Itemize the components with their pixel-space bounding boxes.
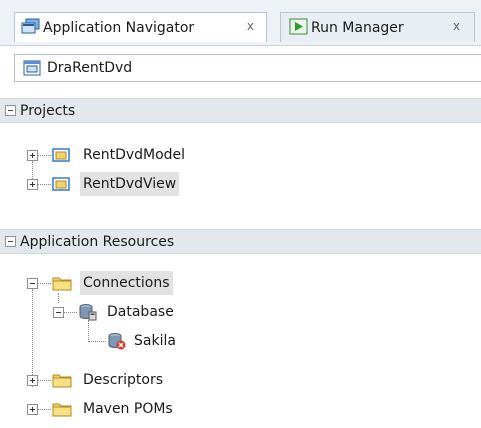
project-expand-toggle[interactable] — [27, 150, 38, 161]
project-expand-toggle[interactable] — [27, 179, 38, 190]
tab-run-manager[interactable]: Run Manager x — [280, 12, 475, 42]
maven-poms-expand-toggle[interactable] — [27, 404, 38, 415]
application-icon — [23, 60, 41, 76]
navigator-tab-bar: Application Navigator x Run Manager x — [0, 0, 481, 46]
resources-collapse-toggle[interactable] — [5, 236, 16, 247]
application-resources-section-header[interactable]: Application Resources — [0, 229, 481, 254]
tree-item-label: Connections — [80, 271, 173, 295]
tree-connector — [37, 283, 51, 284]
project-icon — [52, 176, 72, 192]
tree-connector — [37, 380, 51, 381]
projects-collapse-toggle[interactable] — [5, 105, 16, 116]
tree-item-label: Sakila — [134, 333, 176, 349]
tree-item-connections[interactable]: Connections — [52, 271, 173, 295]
tree-item-label: Maven POMs — [83, 401, 173, 417]
tree-item-label: Database — [107, 304, 174, 320]
tree-connector — [32, 161, 33, 179]
projects-section-header[interactable]: Projects — [0, 98, 481, 123]
folder-icon — [52, 372, 74, 388]
tree-item-descriptors[interactable]: Descriptors — [52, 368, 166, 392]
tree-connector — [37, 409, 51, 410]
application-resources-section-label: Application Resources — [20, 233, 175, 250]
tree-connector — [32, 289, 33, 387]
projects-section-label: Projects — [20, 102, 76, 119]
tree-item-rentdvdmodel[interactable]: RentDvdModel — [52, 143, 188, 167]
tree-item-database[interactable]: Database — [78, 300, 177, 324]
tree-connector — [37, 184, 51, 185]
tree-connector — [37, 155, 51, 156]
descriptors-expand-toggle[interactable] — [27, 375, 38, 386]
database-connection-error-icon — [107, 332, 129, 350]
application-navigator-icon — [21, 18, 41, 40]
run-manager-icon — [289, 18, 309, 40]
tab-application-navigator-close[interactable]: x — [247, 19, 254, 33]
tree-item-rentdvdview[interactable]: RentDvdView — [52, 172, 180, 196]
tree-connector — [88, 341, 106, 342]
tree-item-label: RentDvdView — [80, 172, 180, 196]
application-selector[interactable]: DraRentDvd — [14, 54, 481, 82]
tab-run-manager-label: Run Manager — [311, 19, 404, 36]
tree-connector — [63, 312, 77, 313]
application-selector-label: DraRentDvd — [47, 60, 133, 76]
folder-icon — [52, 275, 74, 291]
tab-application-navigator-label: Application Navigator — [43, 19, 195, 36]
connections-collapse-toggle[interactable] — [27, 278, 38, 289]
folder-icon — [52, 401, 74, 417]
tree-item-sakila[interactable]: Sakila — [107, 329, 179, 353]
tree-item-label: RentDvdModel — [83, 147, 186, 163]
database-icon — [78, 303, 100, 321]
tab-run-manager-close[interactable]: x — [453, 19, 460, 33]
tab-application-navigator[interactable]: Application Navigator x — [14, 12, 267, 42]
tree-item-label: Descriptors — [83, 372, 164, 388]
project-icon — [52, 147, 72, 163]
tree-item-maven-poms[interactable]: Maven POMs — [52, 397, 176, 421]
database-collapse-toggle[interactable] — [53, 307, 64, 318]
